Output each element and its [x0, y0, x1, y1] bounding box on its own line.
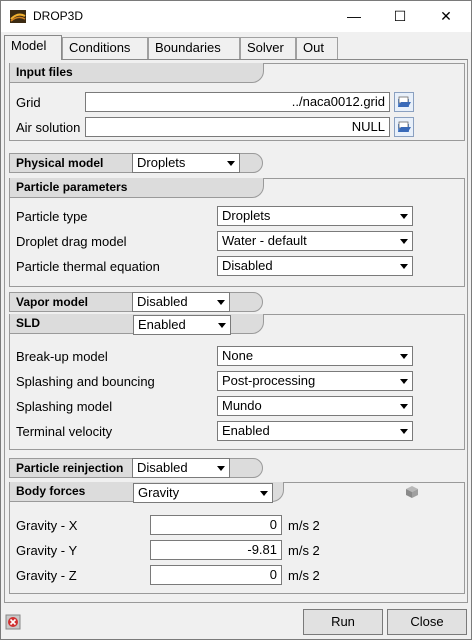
air-solution-label: Air solution	[16, 120, 81, 135]
physical-model-label: Physical model	[16, 156, 104, 170]
chevron-down-icon	[256, 485, 271, 501]
sld-section: SLD Enabled Break-up model None Splashin…	[9, 314, 465, 450]
splashing-bouncing-value: Post-processing	[222, 373, 316, 388]
sld-label: SLD	[16, 316, 40, 330]
folder-open-icon	[398, 96, 411, 107]
physical-model-value: Droplets	[137, 155, 186, 170]
particle-parameters-header: Particle parameters	[10, 178, 264, 198]
minimize-button[interactable]: —	[331, 1, 377, 32]
droplet-drag-model-select[interactable]: Water - default	[217, 231, 413, 251]
chevron-down-icon	[396, 373, 411, 389]
stop-icon[interactable]	[5, 614, 21, 630]
tab-solver[interactable]: Solver	[240, 37, 296, 59]
droplet-drag-model-label: Droplet drag model	[16, 234, 127, 249]
run-button[interactable]: Run	[303, 609, 383, 635]
cube-icon[interactable]	[405, 485, 419, 499]
particle-reinjection-select[interactable]: Disabled	[132, 458, 230, 478]
splashing-model-label: Splashing model	[16, 399, 113, 414]
particle-type-select[interactable]: Droplets	[217, 206, 413, 226]
chevron-down-icon	[396, 423, 411, 439]
tab-boundaries[interactable]: Boundaries	[148, 37, 240, 59]
grid-field[interactable]: ../naca0012.grid	[85, 92, 390, 112]
splashing-model-select[interactable]: Mundo	[217, 396, 413, 416]
particle-reinjection-value: Disabled	[137, 460, 188, 475]
terminal-velocity-select[interactable]: Enabled	[217, 421, 413, 441]
sld-select[interactable]: Enabled	[133, 315, 231, 335]
particle-thermal-equation-label: Particle thermal equation	[16, 259, 160, 274]
vapor-model-label: Vapor model	[16, 295, 89, 309]
air-solution-browse-button[interactable]	[394, 117, 414, 137]
tab-conditions[interactable]: Conditions	[62, 37, 148, 59]
folder-open-icon	[398, 121, 411, 132]
chevron-down-icon	[213, 294, 228, 310]
gravity-z-unit: m/s 2	[288, 568, 320, 583]
body-forces-value: Gravity	[138, 485, 180, 500]
grid-browse-button[interactable]	[394, 92, 414, 112]
terminal-velocity-label: Terminal velocity	[16, 424, 113, 439]
break-up-model-select[interactable]: None	[217, 346, 413, 366]
gravity-x-unit: m/s 2	[288, 518, 320, 533]
chevron-down-icon	[223, 155, 238, 171]
chevron-down-icon	[396, 208, 411, 224]
tab-model[interactable]: Model	[4, 35, 62, 60]
title-bar: DROP3D — ☐ ✕	[1, 1, 471, 32]
droplet-drag-model-value: Water - default	[222, 233, 307, 248]
model-panel: Input files Grid ../naca0012.grid Air so…	[4, 59, 468, 603]
chevron-down-icon	[396, 233, 411, 249]
break-up-model-label: Break-up model	[16, 349, 108, 364]
particle-type-label: Particle type	[16, 209, 88, 224]
air-solution-field[interactable]: NULL	[85, 117, 390, 137]
tab-out[interactable]: Out	[296, 37, 338, 59]
gravity-x-label: Gravity - X	[16, 518, 78, 533]
physical-model-select[interactable]: Droplets	[132, 153, 240, 173]
break-up-model-value: None	[222, 348, 254, 363]
chevron-down-icon	[396, 348, 411, 364]
chevron-down-icon	[396, 258, 411, 274]
particle-thermal-equation-select[interactable]: Disabled	[217, 256, 413, 276]
window-title: DROP3D	[33, 9, 84, 23]
gravity-y-label: Gravity - Y	[16, 543, 78, 558]
terminal-velocity-value: Enabled	[222, 423, 270, 438]
drop3d-app-icon	[10, 10, 26, 23]
close-button[interactable]: Close	[387, 609, 467, 635]
chevron-down-icon	[213, 460, 228, 476]
body-forces-section: Body forces Gravity Gravity - X 0 m/s 2 …	[9, 482, 465, 594]
input-files-section: Input files Grid ../naca0012.grid Air so…	[9, 63, 465, 141]
gravity-y-unit: m/s 2	[288, 543, 320, 558]
gravity-z-field[interactable]: 0	[150, 565, 282, 585]
drop3d-window: DROP3D — ☐ ✕ Model Conditions Boundaries…	[0, 0, 472, 640]
particle-thermal-equation-value: Disabled	[222, 258, 273, 273]
sld-value: Enabled	[138, 317, 186, 332]
gravity-x-field[interactable]: 0	[150, 515, 282, 535]
splashing-bouncing-select[interactable]: Post-processing	[217, 371, 413, 391]
particle-parameters-section: Particle parameters Particle type Drople…	[9, 178, 465, 287]
gravity-y-field[interactable]: -9.81	[150, 540, 282, 560]
particle-reinjection-label: Particle reinjection	[16, 461, 124, 475]
chevron-down-icon	[214, 317, 229, 333]
chevron-down-icon	[396, 398, 411, 414]
body-forces-select[interactable]: Gravity	[133, 483, 273, 503]
particle-type-value: Droplets	[222, 208, 271, 223]
close-window-button[interactable]: ✕	[423, 1, 469, 32]
maximize-button[interactable]: ☐	[377, 1, 423, 32]
input-files-header: Input files	[10, 63, 264, 83]
vapor-model-select[interactable]: Disabled	[132, 292, 230, 312]
grid-label: Grid	[16, 95, 41, 110]
vapor-model-value: Disabled	[137, 294, 188, 309]
splashing-bouncing-label: Splashing and bouncing	[16, 374, 155, 389]
splashing-model-value: Mundo	[222, 398, 262, 413]
gravity-z-label: Gravity - Z	[16, 568, 77, 583]
body-forces-label: Body forces	[16, 484, 86, 498]
